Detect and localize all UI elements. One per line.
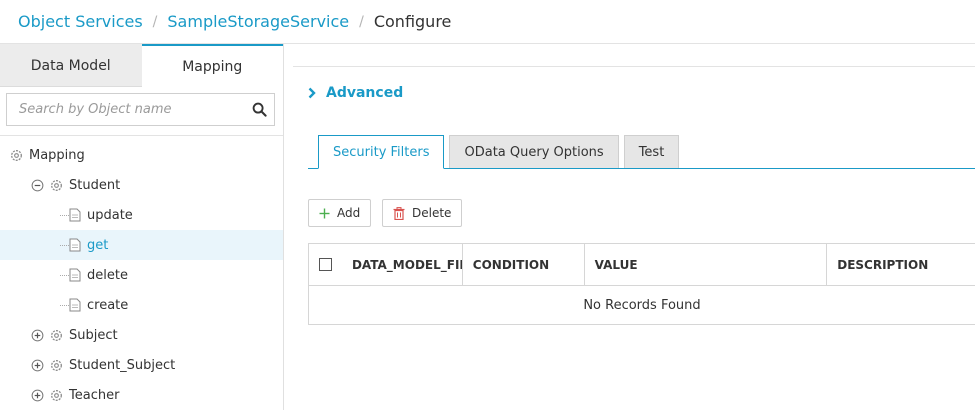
gear-icon <box>51 359 62 371</box>
tree-connector <box>60 275 69 276</box>
tree-leaf-update[interactable]: update <box>0 200 283 230</box>
tree-node-label: delete <box>87 267 128 283</box>
tree-root-mapping[interactable]: Mapping <box>0 140 283 170</box>
tab-security-filters[interactable]: Security Filters <box>318 135 445 169</box>
add-button[interactable]: Add <box>308 199 372 227</box>
select-all-checkbox[interactable] <box>318 258 332 271</box>
tree-node-label: Subject <box>69 327 118 343</box>
breadcrumb-separator: / <box>359 13 364 30</box>
tree-node-teacher[interactable]: Teacher <box>0 380 283 410</box>
column-header-value[interactable]: VALUE <box>585 244 828 285</box>
expand-icon[interactable] <box>31 389 44 402</box>
grid-header: DATA_MODEL_FIELD CONDITION VALUE DESCRIP… <box>309 244 975 286</box>
tab-data-model[interactable]: Data Model <box>0 44 142 87</box>
mapping-tree: Mapping Student update get delete create… <box>0 140 283 410</box>
document-icon <box>69 298 81 312</box>
breadcrumb: Object Services / SampleStorageService /… <box>0 0 975 44</box>
gear-icon <box>51 389 62 401</box>
sidebar-tabs: Data Model Mapping <box>0 44 283 87</box>
tree-node-label: Mapping <box>29 147 85 163</box>
search-box <box>6 93 275 126</box>
main-panel: Advanced Security Filters OData Query Op… <box>284 44 975 410</box>
delete-button-label: Delete <box>412 206 452 220</box>
column-header-description[interactable]: DESCRIPTION <box>827 244 975 285</box>
section-divider <box>293 66 975 67</box>
tree-node-label: Student_Subject <box>69 357 176 373</box>
delete-button[interactable]: Delete <box>382 199 463 227</box>
tree-node-student-subject[interactable]: Student_Subject <box>0 350 283 380</box>
tree-connector <box>60 305 69 306</box>
advanced-label: Advanced <box>326 85 404 101</box>
document-icon <box>69 268 81 282</box>
tree-node-label: create <box>87 297 129 313</box>
security-filters-grid: DATA_MODEL_FIELD CONDITION VALUE DESCRIP… <box>308 243 975 325</box>
expand-icon[interactable] <box>31 359 44 372</box>
trash-icon <box>393 206 405 220</box>
column-header-data-model-field[interactable]: DATA_MODEL_FIELD <box>342 244 463 285</box>
tree-node-label: update <box>87 207 133 223</box>
collapse-icon[interactable] <box>31 179 44 192</box>
add-button-label: Add <box>337 206 361 220</box>
tree-node-student[interactable]: Student <box>0 170 283 200</box>
tab-odata-query-options[interactable]: OData Query Options <box>449 135 619 169</box>
chevron-right-icon <box>308 87 316 99</box>
tree-connector <box>60 245 69 246</box>
tree-leaf-delete[interactable]: delete <box>0 260 283 290</box>
tab-test[interactable]: Test <box>623 135 680 169</box>
tree-leaf-create[interactable]: create <box>0 290 283 320</box>
document-icon <box>69 208 81 222</box>
empty-grid-message: No Records Found <box>583 297 701 313</box>
sidebar: Data Model Mapping Mapping <box>0 44 284 410</box>
breadcrumb-separator: / <box>152 13 158 30</box>
search-input[interactable] <box>7 94 274 125</box>
document-icon <box>69 238 81 252</box>
tree-node-label: Student <box>69 177 121 193</box>
tree-leaf-get[interactable]: get <box>0 230 283 260</box>
column-header-condition[interactable]: CONDITION <box>463 244 585 285</box>
breadcrumb-object-services[interactable]: Object Services <box>18 12 143 31</box>
gear-icon <box>11 149 22 161</box>
search-icon[interactable] <box>252 102 267 117</box>
grid-header-select <box>309 244 342 285</box>
advanced-toggle[interactable]: Advanced <box>308 85 403 101</box>
tree-connector <box>60 215 69 216</box>
config-tabs: Security Filters OData Query Options Tes… <box>318 135 684 169</box>
breadcrumb-sample-storage-service[interactable]: SampleStorageService <box>167 12 349 31</box>
tree-node-label: get <box>87 237 109 253</box>
gear-icon <box>51 179 62 191</box>
tree-node-label: Teacher <box>69 387 120 403</box>
tab-mapping[interactable]: Mapping <box>141 44 283 87</box>
sidebar-divider <box>0 135 283 136</box>
expand-icon[interactable] <box>31 329 44 342</box>
plus-icon <box>319 208 330 218</box>
gear-icon <box>51 329 62 341</box>
breadcrumb-current: Configure <box>373 12 452 31</box>
tree-node-subject[interactable]: Subject <box>0 320 283 350</box>
